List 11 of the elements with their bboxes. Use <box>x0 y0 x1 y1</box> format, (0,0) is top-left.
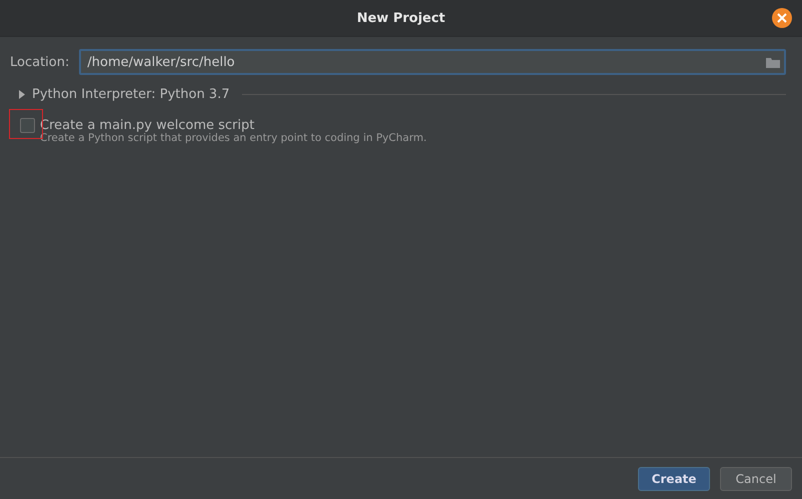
interpreter-label[interactable]: Python Interpreter: Python 3.7 <box>32 87 230 102</box>
window-title: New Project <box>356 10 446 26</box>
folder-icon[interactable] <box>766 57 780 68</box>
expand-arrow-icon[interactable] <box>18 90 26 99</box>
description-text: Create a Python script that provides an entry point to coding in PyCharm. <box>40 132 428 144</box>
create-button[interactable]: Create <box>638 466 710 490</box>
cancel-button[interactable]: Cancel <box>720 466 792 490</box>
location-field[interactable]: /home/walker/src/hello <box>79 49 786 75</box>
close-icon <box>777 13 787 23</box>
location-label: Location: <box>10 54 70 70</box>
close-button[interactable] <box>772 8 792 28</box>
